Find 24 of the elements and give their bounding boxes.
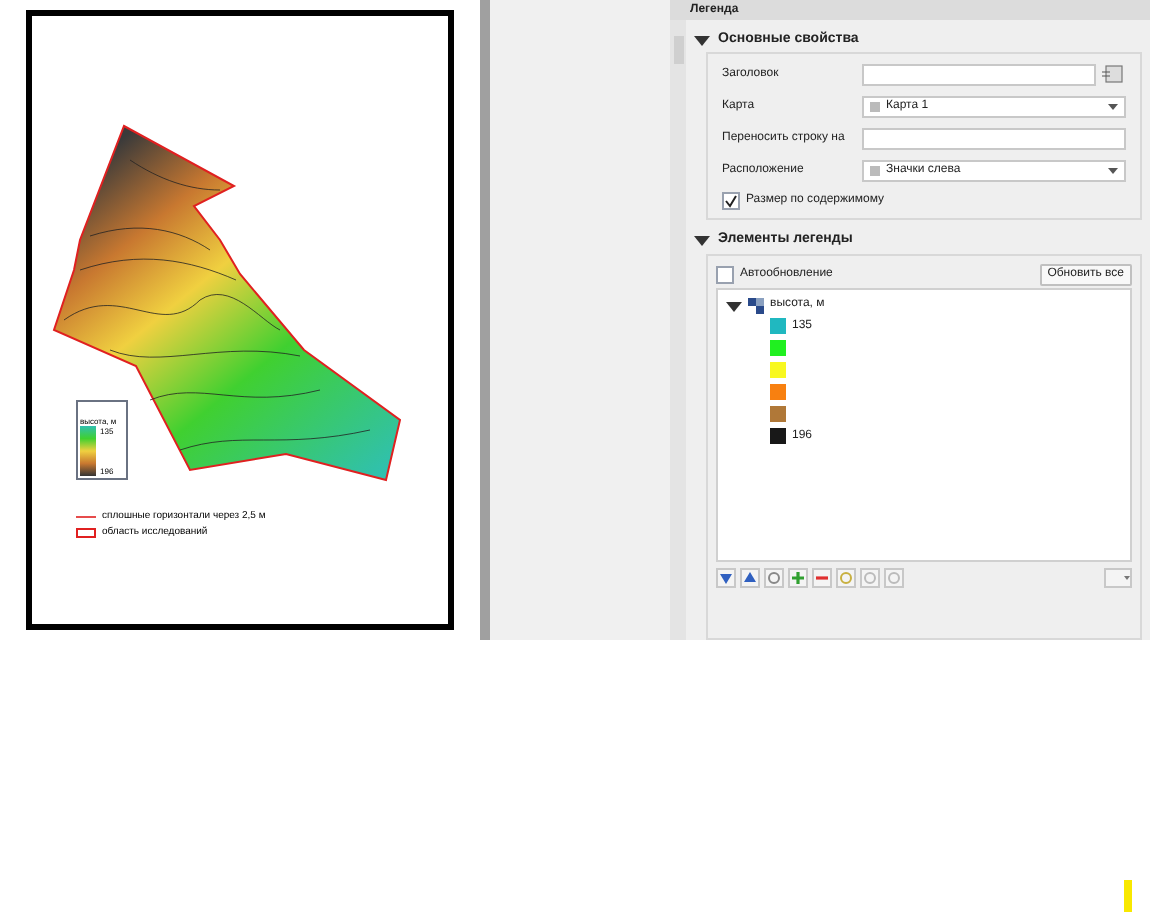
caret-icon[interactable] bbox=[694, 32, 710, 48]
move-up-icon[interactable] bbox=[740, 567, 760, 587]
dropdown-arrow-icon bbox=[1108, 103, 1118, 109]
caret-icon[interactable] bbox=[726, 297, 742, 313]
scroll-thumb[interactable] bbox=[673, 36, 683, 64]
checkbox[interactable] bbox=[716, 265, 734, 283]
area-symbol bbox=[76, 527, 96, 537]
scrollbar[interactable] bbox=[670, 20, 686, 640]
remove-icon[interactable] bbox=[812, 567, 832, 587]
text-field[interactable] bbox=[862, 127, 1126, 149]
dropdown-arrow-icon bbox=[1108, 167, 1118, 173]
text-field[interactable] bbox=[862, 63, 1096, 85]
check-icon bbox=[724, 193, 738, 207]
layer-icon bbox=[870, 165, 880, 175]
filter-icon[interactable] bbox=[1104, 567, 1132, 587]
layer-icon bbox=[870, 101, 880, 111]
raster-layer-icon bbox=[748, 297, 764, 313]
move-down-icon[interactable] bbox=[716, 567, 736, 587]
contour-line-symbol bbox=[76, 513, 96, 519]
color-ramp bbox=[80, 426, 96, 476]
highlight-mark bbox=[1124, 880, 1132, 912]
caret-icon[interactable] bbox=[694, 232, 710, 248]
checkbox[interactable] bbox=[722, 191, 740, 209]
add-icon[interactable] bbox=[788, 567, 808, 587]
